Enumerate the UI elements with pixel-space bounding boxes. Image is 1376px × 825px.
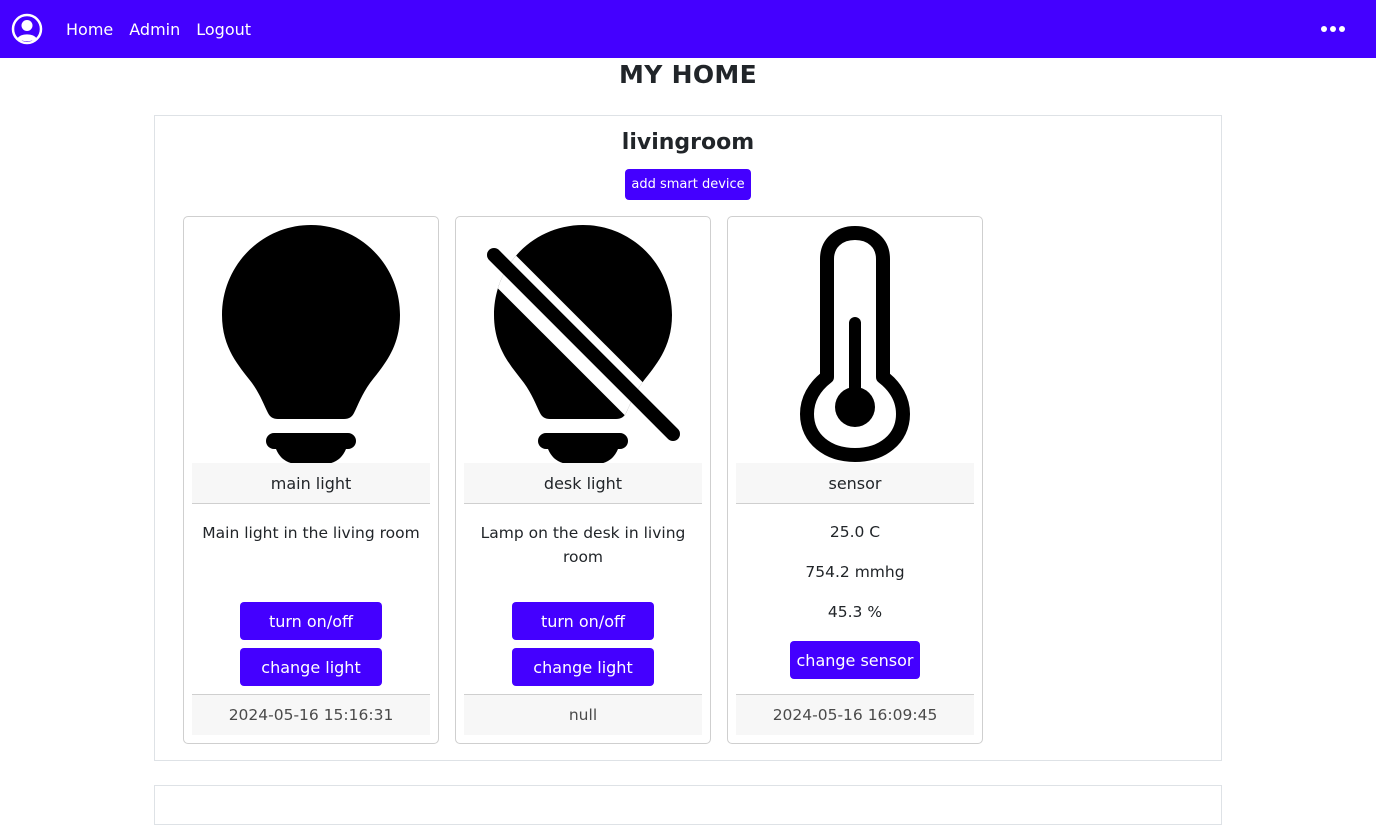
change-light-button[interactable]: change light (240, 648, 382, 686)
nav-link-admin[interactable]: Admin (121, 20, 188, 39)
add-smart-device-button[interactable]: add smart device (625, 169, 751, 200)
nav-link-logout[interactable]: Logout (188, 20, 259, 39)
change-sensor-button[interactable]: change sensor (790, 641, 920, 679)
device-timestamp: 2024-05-16 15:16:31 (192, 694, 430, 735)
device-timestamp: 2024-05-16 16:09:45 (736, 694, 974, 735)
room-panel-next (154, 785, 1222, 825)
device-description: Main light in the living room (202, 524, 420, 542)
device-card-sensor: sensor 25.0 C 754.2 mmhg 45.3 % change s… (727, 216, 983, 744)
room-panel: livingroom add smart device main light M… (154, 115, 1222, 761)
device-timestamp: null (464, 694, 702, 735)
thermometer-icon (728, 217, 982, 463)
nav-links: Home Admin Logout (58, 0, 259, 58)
device-name: desk light (464, 463, 702, 504)
turn-on-off-button[interactable]: turn on/off (512, 602, 654, 640)
lightbulb-icon (184, 217, 438, 463)
device-card-main-light: main light Main light in the living room… (183, 216, 439, 744)
more-horizontal-icon[interactable] (1320, 21, 1346, 37)
user-circle-icon[interactable] (11, 13, 43, 45)
page-title: MY HOME (619, 60, 757, 89)
device-card-desk-light: desk light Lamp on the desk in living ro… (455, 216, 711, 744)
sensor-humidity: 45.3 % (827, 603, 883, 621)
room-title: livingroom (621, 130, 755, 155)
sensor-temperature: 25.0 C (829, 523, 881, 541)
device-name: main light (192, 463, 430, 504)
device-name: sensor (736, 463, 974, 504)
nav-link-home[interactable]: Home (58, 20, 121, 39)
sensor-pressure: 754.2 mmhg (805, 563, 905, 581)
lightbulb-off-icon (456, 217, 710, 463)
device-description: Lamp on the desk in living room (480, 524, 686, 566)
top-navbar: Home Admin Logout (0, 0, 1376, 58)
turn-on-off-button[interactable]: turn on/off (240, 602, 382, 640)
change-light-button[interactable]: change light (512, 648, 654, 686)
